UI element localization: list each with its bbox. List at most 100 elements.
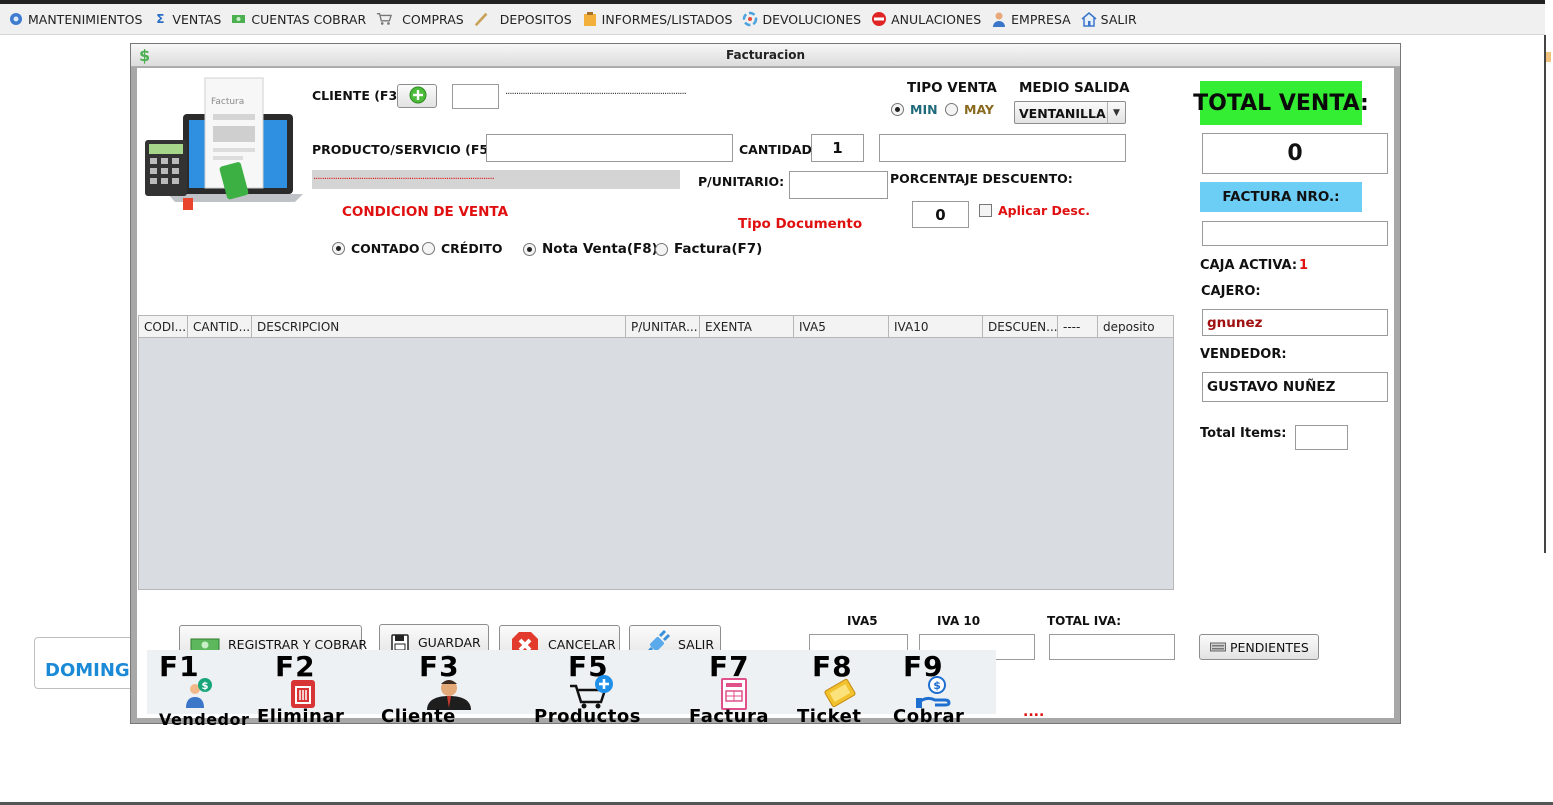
items-table[interactable]: CODI... CANTID... DESCRIPCION P/UNITAR..…: [138, 315, 1174, 590]
column-header[interactable]: CODI...: [139, 316, 188, 338]
shortcuts-strip: F1 $ Vendedor F2 Eliminar F3 Cliente F5 …: [147, 650, 996, 729]
cajero-label: CAJERO:: [1201, 284, 1261, 299]
svg-text:$: $: [202, 681, 209, 692]
menu-compras[interactable]: COMPRAS: [376, 11, 464, 27]
total-venta-value: 0: [1202, 133, 1388, 174]
medio-salida-select[interactable]: VENTANILLA ▼: [1014, 101, 1126, 124]
checkbox-box: [979, 204, 992, 217]
shortcut-name: Vendedor: [159, 710, 250, 729]
tipo-venta-min-radio[interactable]: MIN: [891, 102, 938, 117]
caja-activa-label: CAJA ACTIVA:: [1200, 258, 1298, 273]
menu-ventas[interactable]: Σ VENTAS: [152, 11, 221, 27]
total-items-field: [1295, 425, 1348, 450]
cajero-field: gnunez: [1202, 309, 1388, 336]
dialog-titlebar[interactable]: $ Facturacion: [131, 44, 1400, 67]
factura-nro-field[interactable]: [1202, 221, 1388, 246]
dialog-title: Facturacion: [725, 48, 805, 62]
facturacion-dialog: $ Facturacion Factura CLIENTE (F3): ....…: [130, 43, 1401, 729]
column-header[interactable]: EXENTA: [700, 316, 794, 338]
app-window: MANTENIMIENTOS Σ VENTAS CUENTAS COBRAR CO…: [0, 0, 1553, 805]
column-header[interactable]: ----: [1058, 316, 1098, 338]
total-iva-label: TOTAL IVA:: [1047, 614, 1121, 628]
column-header[interactable]: IVA5: [794, 316, 889, 338]
cantidad-field[interactable]: 1: [811, 134, 864, 162]
menu-label: DEVOLUCIONES: [762, 11, 862, 27]
pendientes-button[interactable]: PENDIENTES: [1199, 634, 1319, 660]
tipo-venta-may-radio[interactable]: MAY: [945, 102, 994, 117]
descripcion-field[interactable]: [879, 134, 1126, 162]
menu-label: EMPRESA: [1011, 11, 1071, 27]
radio-selected: [523, 242, 536, 256]
producto-name-placeholder: ........................................…: [313, 171, 495, 182]
producto-name-display: ........................................…: [312, 170, 680, 189]
tipo-venta-label: TIPO VENTA: [907, 80, 997, 96]
documento-nota-venta-radio[interactable]: Nota Venta(F8): [523, 241, 658, 257]
producto-field[interactable]: [486, 134, 733, 162]
money-icon: [231, 11, 247, 27]
porcentaje-descuento-label: PORCENTAJE DESCUENTO:: [890, 171, 1073, 186]
caja-activa-value: 1: [1299, 258, 1309, 273]
shortcut-name: Ticket: [797, 706, 862, 727]
sigma-icon: Σ: [156, 12, 165, 26]
illustration-text: Factura: [211, 97, 244, 107]
refresh-icon: [742, 11, 758, 27]
menu-label: VENTAS: [172, 11, 222, 27]
condicion-credito-radio[interactable]: CRÉDITO: [422, 241, 503, 256]
invoice-illustration: Factura: [143, 76, 303, 221]
radio-unselected: [945, 103, 958, 116]
total-venta-banner: TOTAL VENTA:: [1193, 81, 1369, 125]
punitario-field[interactable]: [789, 171, 888, 199]
menu-empresa[interactable]: EMPRESA: [991, 11, 1071, 27]
column-header[interactable]: CANTID...: [188, 316, 252, 338]
column-header[interactable]: DESCRIPCION: [252, 316, 626, 338]
menu-mantenimientos[interactable]: MANTENIMIENTOS: [8, 11, 142, 27]
menu-salir[interactable]: SALIR: [1081, 11, 1137, 27]
aplicar-desc-checkbox[interactable]: Aplicar Desc.: [979, 203, 1090, 218]
factura-nro-label: FACTURA NRO.:: [1222, 189, 1340, 205]
shortcuts-more-indicator: ....: [1023, 704, 1045, 720]
menu-label: DEPOSITOS: [499, 11, 572, 27]
punitario-label: P/UNITARIO:: [698, 174, 785, 189]
menu-anulaciones[interactable]: ANULACIONES: [871, 11, 981, 27]
column-header[interactable]: deposito: [1098, 316, 1173, 338]
edge-marker: [1546, 52, 1551, 62]
radio-selected: [891, 103, 904, 116]
table-header: CODI... CANTID... DESCRIPCION P/UNITAR..…: [139, 316, 1173, 338]
menu-label: SALIR: [1100, 11, 1137, 27]
user-icon: [991, 11, 1007, 27]
svg-text:$: $: [933, 679, 941, 692]
cantidad-label: CANTIDAD: [739, 142, 812, 157]
column-header[interactable]: IVA10: [889, 316, 983, 338]
factura-nro-banner: FACTURA NRO.:: [1200, 182, 1362, 212]
iva5-label: IVA5: [847, 614, 878, 628]
producto-label: PRODUCTO/SERVICIO (F5):: [312, 142, 499, 157]
porcentaje-descuento-field[interactable]: 0: [912, 201, 969, 228]
vendedor-label: VENDEDOR:: [1200, 347, 1287, 362]
main-menubar: MANTENIMIENTOS Σ VENTAS CUENTAS COBRAR CO…: [0, 0, 1545, 35]
cliente-label: CLIENTE (F3):: [312, 88, 408, 103]
window-edge: [1544, 35, 1546, 553]
cliente-code-field[interactable]: [452, 84, 499, 109]
stop-icon: [871, 11, 887, 27]
radio-unselected: [422, 242, 435, 255]
radio-label: CRÉDITO: [441, 241, 503, 256]
condicion-venta-label: CONDICION DE VENTA: [342, 204, 509, 220]
menu-depositos[interactable]: DEPOSITOS: [474, 11, 572, 27]
menu-cuentas-cobrar[interactable]: CUENTAS COBRAR: [231, 11, 366, 27]
menu-informes[interactable]: INFORMES/LISTADOS: [582, 11, 732, 27]
column-header[interactable]: P/UNITAR...: [626, 316, 700, 338]
select-value: VENTANILLA: [1019, 106, 1106, 121]
condicion-contado-radio[interactable]: CONTADO: [332, 241, 420, 256]
add-client-button[interactable]: [397, 84, 437, 108]
vendedor-field: GUSTAVO NUÑEZ: [1202, 372, 1388, 402]
total-items-label: Total Items:: [1200, 426, 1287, 441]
gears-icon: [8, 11, 24, 27]
shortcut-name: Cobrar: [893, 706, 965, 727]
radio-label: MAY: [964, 102, 994, 117]
menu-devoluciones[interactable]: DEVOLUCIONES: [742, 11, 861, 27]
menu-label: ANULACIONES: [891, 11, 982, 27]
clipboard-icon: [582, 11, 598, 27]
documento-factura-radio[interactable]: Factura(F7): [655, 241, 762, 257]
shortcut-name: Eliminar: [257, 706, 345, 727]
column-header[interactable]: DESCUEN...: [983, 316, 1058, 338]
